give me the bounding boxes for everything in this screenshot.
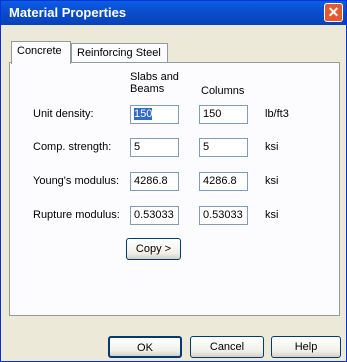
- close-icon[interactable]: ✕: [324, 3, 343, 22]
- window-title: Material Properties: [9, 5, 127, 20]
- unit-density-slabs-input[interactable]: 150: [130, 105, 179, 124]
- cancel-button[interactable]: Cancel: [190, 336, 264, 358]
- youngs-modulus-unit: ksi: [265, 175, 279, 187]
- material-properties-dialog: Material Properties ✕ Concrete Reinforci…: [0, 0, 347, 362]
- rupture-modulus-columns-input[interactable]: 0.53033: [199, 206, 248, 225]
- comp-strength-label: Comp. strength:: [33, 141, 112, 153]
- rupture-modulus-slabs-input[interactable]: 0.53033: [130, 206, 179, 225]
- ok-button[interactable]: OK: [108, 336, 182, 358]
- title-bar[interactable]: Material Properties ✕: [1, 1, 346, 25]
- header-slabs-line1: Slabs and: [130, 71, 179, 83]
- unit-density-label: Unit density:: [33, 108, 94, 120]
- concrete-panel: Slabs and Beams Columns Unit density: 15…: [9, 62, 340, 316]
- comp-strength-slabs-input[interactable]: 5: [130, 138, 179, 157]
- copy-button[interactable]: Copy >: [126, 238, 181, 260]
- header-slabs-line2: Beams: [130, 83, 165, 95]
- rupture-modulus-label: Rupture modulus:: [33, 209, 120, 221]
- comp-strength-unit: ksi: [265, 141, 279, 153]
- tab-reinforcing-steel[interactable]: Reinforcing Steel: [71, 43, 168, 63]
- header-columns: Columns: [201, 85, 245, 97]
- tab-concrete[interactable]: Concrete: [11, 41, 71, 64]
- unit-density-unit: lb/ft3: [265, 108, 289, 120]
- rupture-modulus-unit: ksi: [265, 209, 279, 221]
- help-button[interactable]: Help: [271, 336, 341, 358]
- unit-density-columns-input[interactable]: 150: [199, 105, 248, 124]
- youngs-modulus-label: Young's modulus:: [33, 175, 120, 187]
- youngs-modulus-columns-input[interactable]: 4286.8: [199, 172, 248, 191]
- youngs-modulus-slabs-input[interactable]: 4286.8: [130, 172, 179, 191]
- comp-strength-columns-input[interactable]: 5: [199, 138, 248, 157]
